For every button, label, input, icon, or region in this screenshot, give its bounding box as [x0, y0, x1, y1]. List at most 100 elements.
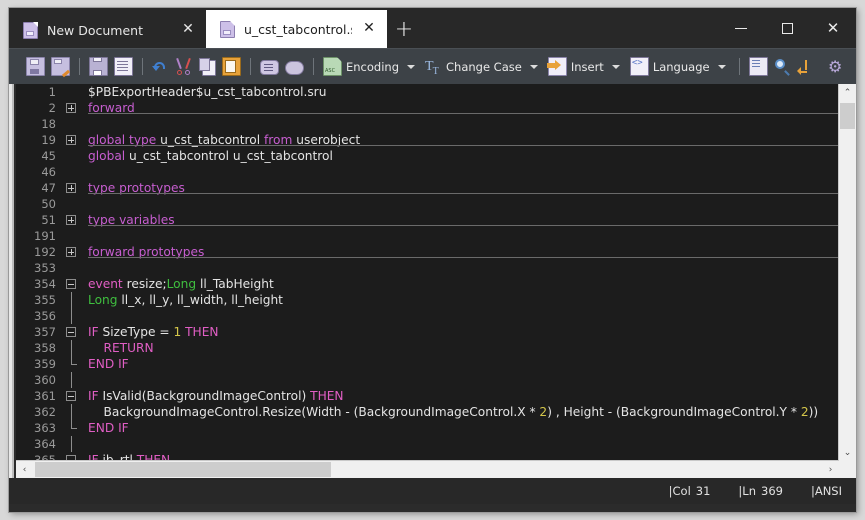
undo-button[interactable] — [149, 54, 172, 80]
code-text: forward prototypes — [82, 245, 839, 259]
uncomment-button[interactable] — [282, 54, 307, 80]
code-line[interactable]: 18 — [16, 116, 839, 132]
paste-icon — [222, 57, 241, 76]
new-tab-button[interactable]: + — [387, 12, 421, 48]
code-line[interactable]: 362 BackgroundImageControl.Resize(Width … — [16, 404, 839, 420]
insert-menu[interactable]: Insert — [545, 54, 627, 80]
word-wrap-button[interactable] — [794, 54, 817, 80]
scroll-down-arrow-icon[interactable]: ⌄ — [839, 444, 856, 461]
code-line[interactable]: 354event resize;Long ll_TabHeight — [16, 276, 839, 292]
copy-button[interactable] — [195, 54, 219, 80]
code-line[interactable]: 357IF SizeType = 1 THEN — [16, 324, 839, 340]
fold-collapse-icon[interactable] — [62, 276, 82, 292]
gear-icon: ⚙ — [828, 58, 845, 75]
change-case-menu[interactable]: TT Change Case — [422, 54, 545, 80]
code-line[interactable]: 360 — [16, 372, 839, 388]
fold-guide-line — [62, 436, 82, 452]
cut-button[interactable] — [172, 54, 195, 80]
section-rule — [88, 257, 839, 258]
toolbar-separator — [142, 58, 143, 75]
tab-u-cst-tabcontrol[interactable]: u_cst_tabcontrol.sru ✕ — [206, 10, 387, 48]
encoding-menu[interactable]: Encoding — [320, 54, 422, 80]
code-line[interactable]: 46 — [16, 164, 839, 180]
scroll-right-arrow-icon[interactable]: › — [822, 461, 839, 478]
close-button[interactable]: ✕ — [810, 8, 856, 48]
print-button[interactable] — [86, 54, 111, 80]
code-line[interactable]: 361IF IsValid(BackgroundImageControl) TH… — [16, 388, 839, 404]
tab-new-document[interactable]: New Document ✕ — [9, 12, 206, 48]
line-number: 47 — [16, 181, 62, 195]
code-line[interactable]: 364 — [16, 436, 839, 452]
code-text: IF IsValid(BackgroundImageControl) THEN — [82, 389, 839, 403]
code-line[interactable]: 50 — [16, 196, 839, 212]
settings-button[interactable]: ⚙ — [825, 54, 848, 80]
code-text: IF SizeType = 1 THEN — [82, 325, 839, 339]
code-line[interactable]: 363END IF — [16, 420, 839, 436]
document-properties-button[interactable] — [111, 54, 136, 80]
line-number: 51 — [16, 213, 62, 227]
status-encoding-value: ANSI — [815, 484, 842, 498]
comment-button[interactable] — [257, 54, 282, 80]
code-text: END IF — [82, 357, 839, 371]
line-number: 2 — [16, 101, 62, 115]
comment-icon — [260, 60, 279, 75]
status-col-value: 31 — [696, 484, 711, 498]
line-number: 360 — [16, 373, 62, 387]
code-line[interactable]: 359END IF — [16, 356, 839, 372]
fold-gutter-empty — [62, 228, 82, 244]
section-rule — [88, 145, 839, 146]
vertical-scrollbar[interactable]: ⌃ ⌄ — [838, 84, 856, 461]
insert-icon — [548, 57, 567, 76]
code-line[interactable]: 1$PBExportHeader$u_cst_tabcontrol.sru — [16, 84, 839, 100]
code-text: BackgroundImageControl.Resize(Width - (B… — [82, 405, 839, 419]
vertical-scrollbar-thumb[interactable] — [840, 103, 855, 129]
fold-expand-icon[interactable] — [62, 180, 82, 196]
line-number: 356 — [16, 309, 62, 323]
save-all-button[interactable] — [48, 54, 73, 80]
fold-expand-icon[interactable] — [62, 212, 82, 228]
code-line[interactable]: 358 RETURN — [16, 340, 839, 356]
minimize-button[interactable] — [718, 8, 764, 48]
save-icon — [26, 57, 45, 76]
language-menu[interactable]: Language — [627, 54, 733, 80]
cut-icon — [175, 58, 192, 75]
document-map-button[interactable] — [746, 54, 771, 80]
code-text: END IF — [82, 421, 839, 435]
fold-expand-icon[interactable] — [62, 100, 82, 116]
code-line[interactable]: 51type variables — [16, 212, 839, 228]
fold-gutter-empty — [62, 260, 82, 276]
scroll-up-arrow-icon[interactable]: ⌃ — [839, 84, 856, 101]
save-button[interactable] — [23, 54, 48, 80]
status-column: | Col 31 — [669, 484, 711, 498]
fold-expand-icon[interactable] — [62, 132, 82, 148]
scroll-left-arrow-icon[interactable]: ‹ — [16, 461, 33, 478]
fold-end-marker — [62, 356, 82, 372]
code-line[interactable]: 2forward — [16, 100, 839, 116]
notepad-window: New Document ✕ u_cst_tabcontrol.sru ✕ + … — [9, 8, 856, 512]
code-line[interactable]: 353 — [16, 260, 839, 276]
code-text-area[interactable]: 1$PBExportHeader$u_cst_tabcontrol.sru2fo… — [16, 84, 839, 461]
fold-collapse-icon[interactable] — [62, 388, 82, 404]
horizontal-scrollbar-thumb[interactable] — [35, 462, 331, 477]
fold-collapse-icon[interactable] — [62, 324, 82, 340]
tab-close-icon[interactable]: ✕ — [361, 21, 377, 37]
maximize-button[interactable] — [764, 8, 810, 48]
fold-expand-icon[interactable] — [62, 244, 82, 260]
editor-pane[interactable]: 1$PBExportHeader$u_cst_tabcontrol.sru2fo… — [16, 84, 856, 478]
insert-label: Insert — [571, 60, 604, 74]
fold-gutter-empty — [62, 84, 82, 100]
tab-close-icon[interactable]: ✕ — [180, 22, 196, 38]
paste-button[interactable] — [219, 54, 244, 80]
code-line[interactable]: 191 — [16, 228, 839, 244]
code-text: global u_cst_tabcontrol u_cst_tabcontrol — [82, 149, 839, 163]
document-icon — [220, 21, 235, 38]
horizontal-scrollbar[interactable]: ‹ › — [16, 460, 839, 478]
code-text: event resize;Long ll_TabHeight — [82, 277, 839, 291]
code-line[interactable]: 45global u_cst_tabcontrol u_cst_tabcontr… — [16, 148, 839, 164]
code-line[interactable]: 192forward prototypes — [16, 244, 839, 260]
code-line[interactable]: 19global type u_cst_tabcontrol from user… — [16, 132, 839, 148]
code-line[interactable]: 355Long ll_x, ll_y, ll_width, ll_height — [16, 292, 839, 308]
code-line[interactable]: 47type prototypes — [16, 180, 839, 196]
find-button[interactable] — [771, 54, 794, 80]
code-line[interactable]: 356 — [16, 308, 839, 324]
